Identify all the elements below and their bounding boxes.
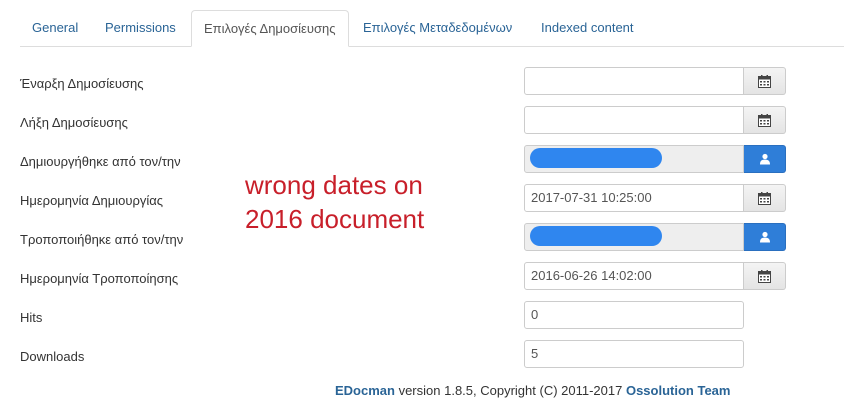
publish-up-label: Έναρξη Δημοσίευσης	[20, 76, 144, 91]
annotation-line-2: 2016 document	[245, 204, 425, 234]
publish-down-label: Λήξη Δημοσίευσης	[20, 115, 128, 130]
calendar-icon	[758, 269, 771, 283]
tab-bar: General Permissions Επιλογές Δημοσίευσης…	[20, 10, 844, 47]
created-by-select-user-button[interactable]	[744, 145, 786, 173]
modified-date-label: Ημερομηνία Τροποποίησης	[20, 271, 179, 286]
publish-up-calendar-button[interactable]	[744, 67, 786, 95]
tab-metadata-options[interactable]: Επιλογές Μεταδεδομένων	[351, 11, 524, 45]
copyright-text: version 1.8.5, Copyright (C) 2011-2017	[394, 383, 626, 398]
annotation-line-1: wrong dates on	[245, 170, 423, 200]
publish-up-input[interactable]	[524, 67, 744, 95]
redaction-mark	[530, 226, 662, 246]
user-icon	[759, 153, 770, 165]
created-date-input[interactable]: 2017-07-31 10:25:00	[524, 184, 744, 212]
tab-publishing-options[interactable]: Επιλογές Δημοσίευσης	[191, 10, 349, 47]
created-date-label: Ημερομηνία Δημιουργίας	[20, 193, 164, 208]
downloads-input[interactable]: 5	[524, 340, 744, 368]
tab-general[interactable]: General	[20, 11, 90, 45]
red-annotation-text: wrong dates on 2016 document	[245, 168, 424, 236]
modified-date-calendar-button[interactable]	[744, 262, 786, 290]
calendar-icon	[758, 113, 771, 127]
redaction-mark	[530, 148, 662, 168]
publish-down-calendar-button[interactable]	[744, 106, 786, 134]
user-icon	[759, 231, 770, 243]
author-link[interactable]: Ossolution Team	[626, 383, 731, 398]
downloads-label: Downloads	[20, 349, 85, 364]
calendar-icon	[758, 74, 771, 88]
modified-by-label: Τροποποιήθηκε από τον/την	[20, 232, 184, 247]
publish-down-input[interactable]	[524, 106, 744, 134]
created-by-label: Δημιουργήθηκε από τον/την	[20, 154, 181, 169]
calendar-icon	[758, 191, 771, 205]
publishing-options-panel: General Permissions Επιλογές Δημοσίευσης…	[0, 0, 844, 411]
copyright-line: EDocman version 1.8.5, Copyright (C) 201…	[335, 383, 730, 398]
tab-indexed-content[interactable]: Indexed content	[529, 11, 646, 45]
hits-label: Hits	[20, 310, 43, 325]
modified-date-input[interactable]: 2016-06-26 14:02:00	[524, 262, 744, 290]
modified-by-select-user-button[interactable]	[744, 223, 786, 251]
tab-permissions[interactable]: Permissions	[93, 11, 188, 45]
created-date-calendar-button[interactable]	[744, 184, 786, 212]
hits-input[interactable]: 0	[524, 301, 744, 329]
product-link[interactable]: EDocman	[335, 383, 395, 398]
